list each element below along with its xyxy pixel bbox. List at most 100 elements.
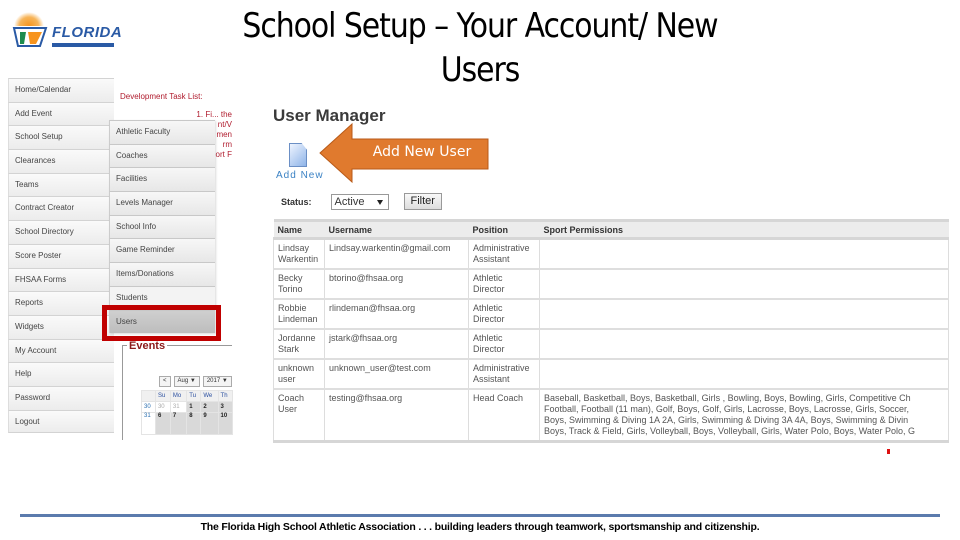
menu-item-fhsaa-forms[interactable]: FHSAA Forms: [8, 267, 114, 292]
submenu-item-school-info[interactable]: School Info: [109, 214, 215, 239]
username-cell: unknown_user@test.com: [324, 359, 469, 390]
user-name-cell[interactable]: Lindsay Warkentin: [273, 238, 325, 270]
menu-item-add-event[interactable]: Add Event: [8, 101, 114, 126]
user-name-cell[interactable]: Jordanne Stark: [273, 329, 325, 360]
month-value: Aug: [177, 378, 189, 384]
calendar-day[interactable]: 3: [217, 401, 234, 413]
menu-item-label: Password: [15, 392, 51, 402]
menu-item-help[interactable]: Help: [8, 362, 114, 386]
username-cell: btorino@fhsaa.org: [324, 269, 469, 300]
table-row[interactable]: Lindsay Warkentin Lindsay.warkentin@gmail…: [273, 238, 949, 270]
permission-line: Baseball, Basketball, Boys, Basketball, …: [544, 393, 911, 403]
username-cell: jstark@fhsaa.org: [324, 329, 469, 360]
dev-task-title: Development Task List:: [120, 92, 203, 101]
submenu-item-game-reminder[interactable]: Game Reminder: [109, 238, 215, 263]
menu-item-logout[interactable]: Logout: [8, 409, 114, 434]
submenu-item-facilities[interactable]: Facilities: [109, 167, 215, 192]
menu-item-label: Home/Calendar: [15, 85, 72, 94]
table-row[interactable]: unknown user unknown_user@test.com Adminis…: [273, 359, 949, 390]
mini-calendar: < Aug ▼ 2017 ▼ Su Mo Tu We Th 30 30 31 1 2 3 31 6 7 8 9…: [141, 376, 234, 435]
week-number: 31: [141, 412, 156, 435]
menu-item-school-directory[interactable]: School Directory: [8, 220, 114, 244]
column-header-position[interactable]: Position: [468, 219, 540, 240]
status-label: Status:: [281, 196, 312, 207]
logo-wordmark: FLORIDA: [52, 24, 123, 41]
menu-item-reports[interactable]: Reports: [8, 291, 114, 315]
table-row[interactable]: Jordanne Stark jstark@fhsaa.org Athletic D…: [273, 329, 949, 360]
calendar-day[interactable]: 6: [154, 412, 171, 435]
submenu-item-items-donations[interactable]: Items/Donations: [109, 262, 215, 286]
weekday-label: Mo: [169, 390, 188, 402]
footer-tagline: The Florida High School Athletic Associa…: [200, 521, 760, 533]
menu-item-score-poster[interactable]: Score Poster: [8, 243, 114, 268]
calendar-day[interactable]: 30: [154, 401, 171, 413]
year-select[interactable]: 2017 ▼: [202, 376, 232, 387]
add-new-user-callout: Add New User: [318, 122, 490, 184]
main-menu: Home/Calendar Add Event School Setup Cleara…: [8, 78, 114, 434]
submenu-item-athletic-faculty[interactable]: Athletic Faculty: [109, 120, 215, 144]
filter-button[interactable]: Filter: [403, 193, 442, 210]
sport-permissions-cell: [539, 238, 949, 270]
table-row[interactable]: Coach User testing@fhsaa.org Head Coach Bas…: [273, 389, 949, 443]
column-header-sport-permissions[interactable]: Sport Permissions: [539, 219, 949, 240]
position-cell: Athletic Director: [468, 299, 540, 330]
menu-item-contract-creator[interactable]: Contract Creator: [8, 196, 114, 221]
month-select[interactable]: Aug ▼: [173, 376, 200, 387]
calendar-day[interactable]: 10: [217, 412, 234, 435]
menu-item-home-calendar[interactable]: Home/Calendar: [8, 78, 114, 102]
position-cell: Head Coach: [468, 389, 540, 443]
user-name-cell[interactable]: Coach User: [273, 389, 325, 443]
position-cell: Administrative Assistant: [468, 359, 540, 390]
users-table: Name Username Position Sport Permissions…: [273, 219, 949, 443]
weekday-label: Su: [154, 390, 171, 402]
menu-item-clearances[interactable]: Clearances: [8, 149, 114, 173]
sport-permissions-cell: [539, 329, 949, 360]
calendar-day[interactable]: 1: [186, 401, 202, 413]
username-cell: rlindeman@fhsaa.org: [324, 299, 469, 330]
table-row[interactable]: Robbie Lindeman rlindeman@fhsaa.org Athlet…: [273, 299, 949, 330]
prev-month-button[interactable]: <: [159, 376, 171, 387]
menu-item-label: Teams: [15, 179, 39, 189]
calendar-day[interactable]: 8: [186, 412, 202, 435]
menu-item-my-account[interactable]: My Account: [8, 338, 114, 363]
status-filter-row: Status: Active Filter: [281, 193, 442, 210]
menu-item-label: Help: [15, 369, 32, 379]
status-value: Active: [334, 195, 365, 208]
menu-item-teams[interactable]: Teams: [8, 172, 114, 197]
sport-permissions-cell: Baseball, Basketball, Boys, Basketball, …: [539, 389, 949, 443]
add-new-label: Add New: [276, 170, 324, 181]
events-widget: Events < Aug ▼ 2017 ▼ Su Mo Tu We Th 30 30 31 1 2…: [122, 340, 234, 440]
weekday-label: Tu: [186, 390, 202, 402]
calendar-nav: < Aug ▼ 2017 ▼: [159, 376, 233, 387]
column-header-name[interactable]: Name: [273, 219, 325, 240]
submenu-item-levels-manager[interactable]: Levels Manager: [109, 191, 215, 215]
menu-item-label: Logout: [15, 416, 40, 426]
weekday-label: Th: [217, 390, 234, 402]
menu-item-label: My Account: [15, 345, 57, 355]
status-select[interactable]: Active: [330, 193, 389, 210]
permission-line: Boys, Track & Field, Girls, Volleyball, …: [544, 426, 915, 436]
calendar-day[interactable]: 2: [200, 401, 219, 413]
menu-item-label: Score Poster: [15, 250, 62, 260]
florida-emblem-icon: [12, 27, 48, 47]
submenu-item-coaches[interactable]: Coaches: [109, 143, 215, 168]
column-header-username[interactable]: Username: [324, 219, 469, 240]
position-cell: Administrative Assistant: [468, 238, 540, 270]
menu-item-school-setup[interactable]: School Setup: [8, 125, 114, 150]
menu-item-label: Clearances: [15, 156, 56, 166]
menu-item-widgets[interactable]: Widgets: [8, 314, 114, 339]
table-row[interactable]: Becky Torino btorino@fhsaa.org Athletic Di…: [273, 269, 949, 300]
calendar-day[interactable]: 9: [200, 412, 219, 435]
cursor-mark: [887, 449, 890, 454]
calendar-day[interactable]: 31: [169, 401, 188, 413]
position-cell: Athletic Director: [468, 269, 540, 300]
user-name-cell[interactable]: Becky Torino: [273, 269, 325, 300]
user-name-cell[interactable]: Robbie Lindeman: [273, 299, 325, 330]
menu-item-password[interactable]: Password: [8, 385, 114, 410]
user-name-cell[interactable]: unknown user: [273, 359, 325, 390]
sport-permissions-cell: [539, 359, 949, 390]
dev-task-line[interactable]: 1. Fi... the: [120, 110, 232, 120]
week-number: 30: [141, 401, 156, 413]
calendar-day[interactable]: 7: [169, 412, 188, 435]
username-cell: testing@fhsaa.org: [324, 389, 469, 443]
